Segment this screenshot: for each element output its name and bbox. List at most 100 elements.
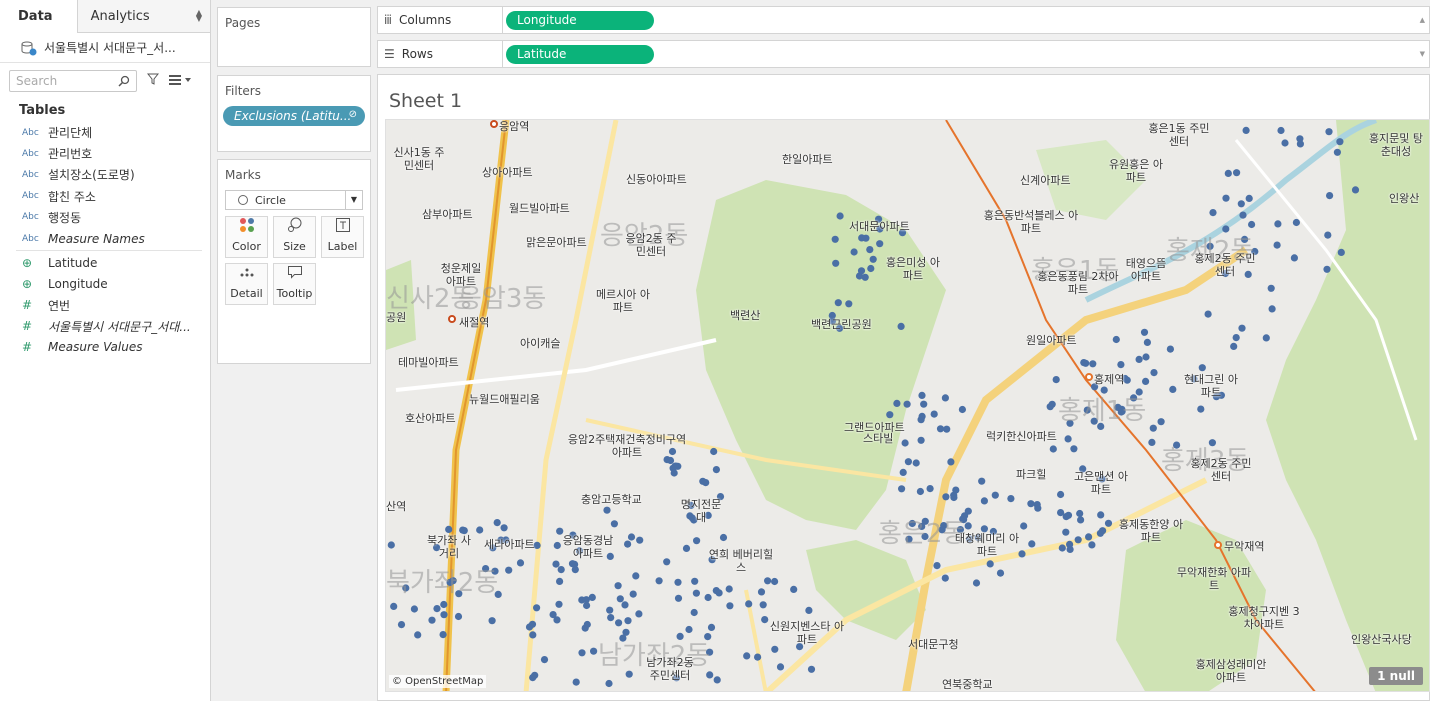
map-point[interactable] <box>445 525 453 533</box>
map-point[interactable] <box>693 537 701 545</box>
map-point[interactable] <box>904 458 913 466</box>
map-point[interactable] <box>663 558 671 566</box>
map-point[interactable] <box>690 608 698 617</box>
color-button[interactable]: Color <box>225 216 268 258</box>
map-point[interactable] <box>671 462 679 470</box>
map-point[interactable] <box>1296 135 1304 143</box>
map-point[interactable] <box>1224 169 1232 177</box>
map-point[interactable] <box>936 425 945 433</box>
map-point[interactable] <box>610 520 618 528</box>
map-point[interactable] <box>590 647 598 655</box>
field-item[interactable]: Abc 관리단체 <box>0 122 210 143</box>
map-point[interactable] <box>933 562 941 570</box>
map-point[interactable] <box>1222 194 1230 202</box>
map-point[interactable] <box>958 405 967 414</box>
map-point[interactable] <box>636 536 644 544</box>
map-point[interactable] <box>670 469 678 477</box>
map-point[interactable] <box>1150 369 1158 377</box>
map-point[interactable] <box>850 248 858 256</box>
map-point[interactable] <box>834 299 842 307</box>
map-point[interactable] <box>980 497 989 505</box>
map-point[interactable] <box>869 255 877 263</box>
map-point[interactable] <box>916 487 925 496</box>
map-point[interactable] <box>1333 148 1341 156</box>
map-point[interactable] <box>1237 200 1245 208</box>
map-point[interactable] <box>1204 310 1212 318</box>
map-point[interactable] <box>707 623 716 631</box>
map-point[interactable] <box>1336 138 1344 146</box>
map-point[interactable] <box>568 560 577 568</box>
map-point[interactable] <box>901 439 909 447</box>
map-point[interactable] <box>1074 536 1082 544</box>
map-point[interactable] <box>790 585 798 593</box>
pages-card[interactable]: Pages <box>217 7 371 67</box>
map-point[interactable] <box>1267 284 1275 292</box>
map-point[interactable] <box>1233 169 1241 177</box>
map-point[interactable] <box>947 458 955 466</box>
map-attribution[interactable]: © OpenStreetMap <box>389 675 487 688</box>
map-point[interactable] <box>1052 376 1060 384</box>
map-point[interactable] <box>920 400 928 408</box>
map-point[interactable] <box>1142 353 1150 361</box>
map-point[interactable] <box>1248 220 1256 229</box>
map-point[interactable] <box>433 605 441 613</box>
map-point[interactable] <box>1169 385 1177 393</box>
map-point[interactable] <box>745 600 753 608</box>
map-point[interactable] <box>1070 445 1078 453</box>
map-point[interactable] <box>397 621 406 629</box>
map-point[interactable] <box>715 589 723 597</box>
map-point[interactable] <box>505 566 513 574</box>
map-point[interactable] <box>414 631 422 639</box>
map-point[interactable] <box>1239 211 1247 219</box>
rows-shelf[interactable]: ☰ Rows Latitude ▼ <box>377 40 1430 68</box>
map-point[interactable] <box>1076 509 1084 518</box>
map-point[interactable] <box>685 625 693 634</box>
map-point[interactable] <box>942 493 950 501</box>
map-point[interactable] <box>603 506 611 514</box>
map-point[interactable] <box>1238 324 1246 332</box>
map-point[interactable] <box>952 486 960 494</box>
exclusions-filter-pill[interactable]: Exclusions (Latitu... ⊘ <box>223 106 365 126</box>
map-point[interactable] <box>917 436 925 444</box>
map-point[interactable] <box>516 559 525 567</box>
map-point[interactable] <box>1077 516 1085 524</box>
map-point[interactable] <box>1232 334 1240 342</box>
filters-card[interactable]: Filters Exclusions (Latitu... ⊘ <box>217 75 371 152</box>
map-point[interactable] <box>1062 513 1070 521</box>
map-point[interactable] <box>1046 403 1054 411</box>
map-point[interactable] <box>1274 220 1282 228</box>
map-point[interactable] <box>655 577 663 585</box>
map-point[interactable] <box>832 259 840 267</box>
map-point[interactable] <box>867 264 875 273</box>
map-point[interactable] <box>805 606 813 614</box>
map-point[interactable] <box>704 593 712 602</box>
latitude-pill[interactable]: Latitude <box>506 44 654 64</box>
tooltip-button[interactable]: Tooltip <box>273 263 316 305</box>
map-point[interactable] <box>621 601 629 609</box>
map-point[interactable] <box>941 574 949 582</box>
datasource-item[interactable]: 서울특별시 서대문구_서... <box>0 33 210 63</box>
map-point[interactable] <box>978 477 986 485</box>
map-point[interactable] <box>552 560 560 568</box>
pane-menu-arrow-icon[interactable]: ▲ ▼ <box>196 9 202 23</box>
map-point[interactable] <box>1230 342 1238 350</box>
field-item[interactable]: ⊕ Longitude <box>0 273 210 294</box>
map-point[interactable] <box>1088 541 1096 549</box>
map-point[interactable] <box>387 541 395 549</box>
map-point[interactable] <box>1209 209 1217 217</box>
map-point[interactable] <box>624 617 632 625</box>
map-point[interactable] <box>615 619 623 627</box>
map-point[interactable] <box>440 600 448 609</box>
map-point[interactable] <box>886 411 894 419</box>
map-point[interactable] <box>682 544 691 552</box>
map-point[interactable] <box>632 572 640 580</box>
map-point[interactable] <box>614 582 622 590</box>
map-point[interactable] <box>898 485 906 493</box>
mark-type-dropdown[interactable]: Circle ▼ <box>225 190 363 210</box>
map-point[interactable] <box>1157 418 1165 426</box>
map-point[interactable] <box>674 578 682 586</box>
map-point[interactable] <box>500 524 508 532</box>
map-point[interactable] <box>1104 519 1113 527</box>
map-point[interactable] <box>1062 528 1070 536</box>
map-point[interactable] <box>950 493 958 502</box>
